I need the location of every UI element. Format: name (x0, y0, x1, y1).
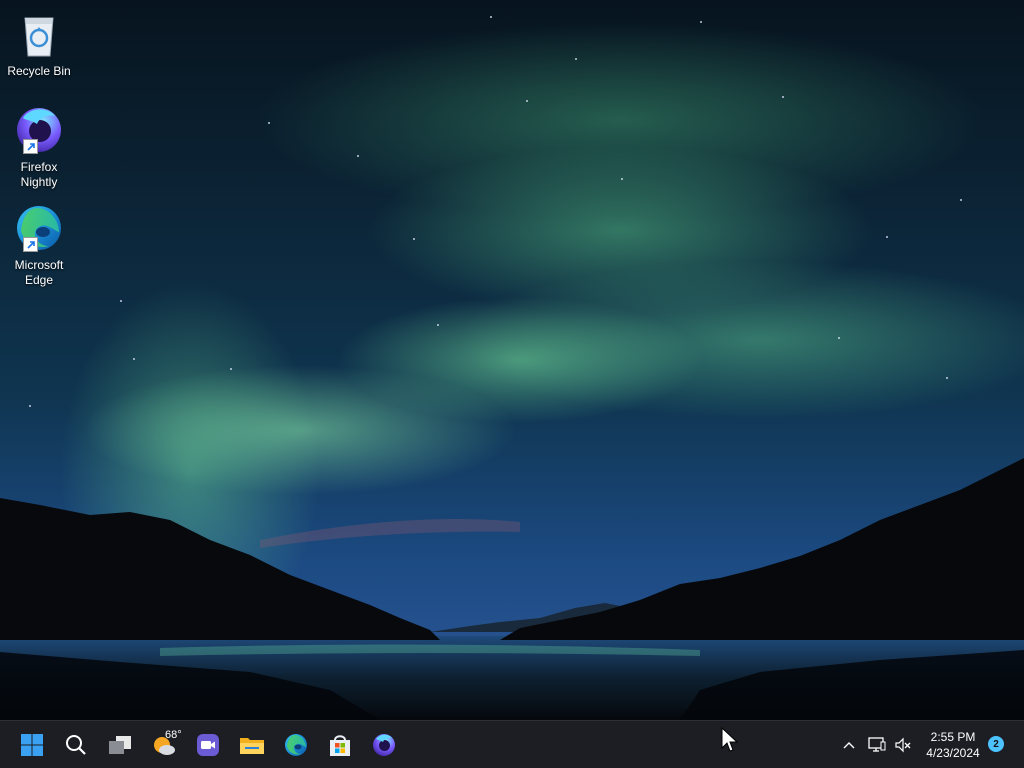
star (357, 155, 359, 157)
store-icon (330, 735, 350, 756)
desktop-icon-label: Recycle Bin (7, 64, 71, 78)
microsoft-store-button[interactable] (322, 727, 358, 763)
clock-time: 2:55 PM (930, 730, 976, 744)
task-view-icon (109, 736, 131, 754)
meet-now-button[interactable] (190, 727, 226, 763)
network-icon (868, 737, 886, 752)
task-view-button[interactable] (102, 727, 138, 763)
show-hidden-icons-button[interactable] (838, 733, 860, 757)
edge-icon (285, 734, 307, 756)
star (946, 377, 948, 379)
camera-icon (197, 734, 219, 756)
chevron-up-icon (843, 742, 855, 749)
clock-date: 4/23/2024 (926, 746, 980, 760)
star (230, 368, 232, 370)
star (133, 358, 135, 360)
star (413, 238, 415, 240)
windows-start-icon (21, 734, 43, 756)
weather-temperature: 68° (165, 729, 182, 741)
star (838, 337, 840, 339)
star (490, 16, 492, 18)
recycle-bin-icon (13, 8, 65, 60)
firefox-nightly-icon (373, 734, 395, 756)
star (621, 178, 623, 180)
desktop-wallpaper: Recycle Bin Firefox Nightly Microsoft Ed… (0, 0, 1024, 720)
notification-center-badge[interactable]: 2 (988, 736, 1004, 752)
star (526, 100, 528, 102)
desktop-icon-label: Firefox Nightly (20, 160, 58, 189)
search-icon (66, 735, 86, 755)
star (268, 122, 270, 124)
folder-icon (240, 738, 264, 754)
taskbar-clock[interactable]: 2:55 PM 4/23/2024 (918, 729, 988, 761)
desktop-icon-recycle-bin[interactable]: Recycle Bin (3, 8, 75, 79)
start-button[interactable] (14, 727, 50, 763)
edge-taskbar-button[interactable] (278, 727, 314, 763)
firefox-nightly-icon (13, 104, 65, 156)
shortcut-arrow-icon (23, 237, 38, 252)
wallpaper-landscape (0, 458, 1024, 720)
desktop-icon-firefox-nightly[interactable]: Firefox Nightly (3, 104, 75, 190)
star (575, 58, 577, 60)
star (29, 405, 31, 407)
volume-button[interactable] (891, 733, 915, 757)
desktop-icon-label: Microsoft Edge (14, 258, 64, 287)
star (120, 300, 122, 302)
star (437, 324, 439, 326)
mouse-cursor-icon (721, 727, 739, 752)
firefox-nightly-taskbar-button[interactable] (366, 727, 402, 763)
star (960, 199, 962, 201)
edge-icon (13, 202, 65, 254)
shortcut-arrow-icon (23, 139, 38, 154)
search-button[interactable] (58, 727, 94, 763)
star (700, 21, 702, 23)
file-explorer-button[interactable] (234, 727, 270, 763)
star (782, 96, 784, 98)
desktop-icon-microsoft-edge[interactable]: Microsoft Edge (3, 202, 75, 288)
volume-muted-icon (895, 737, 911, 753)
taskbar: 68° 2:55 PM 4/23/2024 (0, 720, 1024, 768)
network-button[interactable] (864, 733, 890, 757)
star (886, 236, 888, 238)
